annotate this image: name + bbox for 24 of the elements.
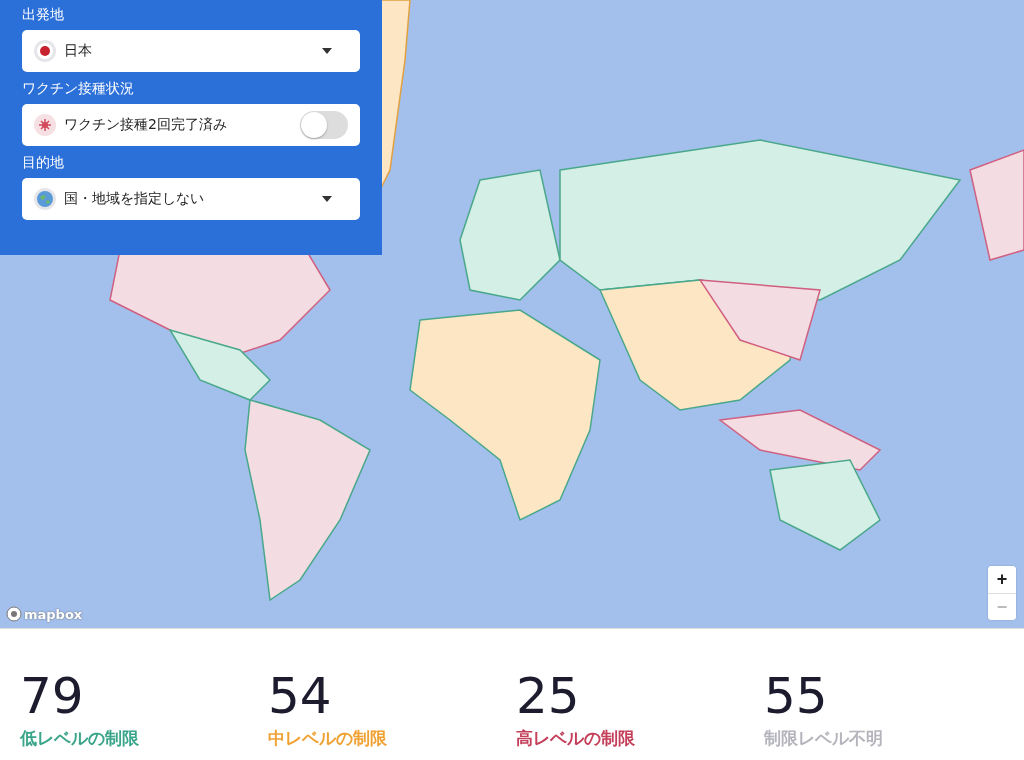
toggle-switch[interactable] <box>300 111 348 139</box>
field-label: 目的地 <box>22 154 65 172</box>
field-label: 出発地 <box>22 6 65 24</box>
caret-icon <box>322 196 332 202</box>
stat-label: 制限レベル不明 <box>764 727 884 750</box>
stat-label: 高レベルの制限 <box>516 727 636 750</box>
stat-count: 55 <box>764 671 829 721</box>
virus-icon <box>34 114 56 136</box>
country-select[interactable]: 日本 <box>22 30 360 72</box>
stat-count: 25 <box>516 671 581 721</box>
stat-count: 79 <box>20 671 85 721</box>
caret-icon <box>322 48 332 54</box>
flag-icon <box>34 40 56 62</box>
stat-count: 54 <box>268 671 333 721</box>
field-value: 日本 <box>64 42 93 60</box>
field-label: ワクチン接種状況 <box>22 80 135 98</box>
globe-icon <box>34 188 56 210</box>
stat-label: 中レベルの制限 <box>268 727 388 750</box>
field-value: 国・地域を指定しない <box>64 190 205 208</box>
zoom-in-button[interactable]: + <box>988 566 1016 593</box>
vaccine-toggle-row[interactable]: ワクチン接種2回完了済み <box>22 104 360 146</box>
field-value: ワクチン接種2回完了済み <box>64 116 228 134</box>
country-select[interactable]: 国・地域を指定しない <box>22 178 360 220</box>
stat-label: 低レベルの制限 <box>20 727 140 750</box>
